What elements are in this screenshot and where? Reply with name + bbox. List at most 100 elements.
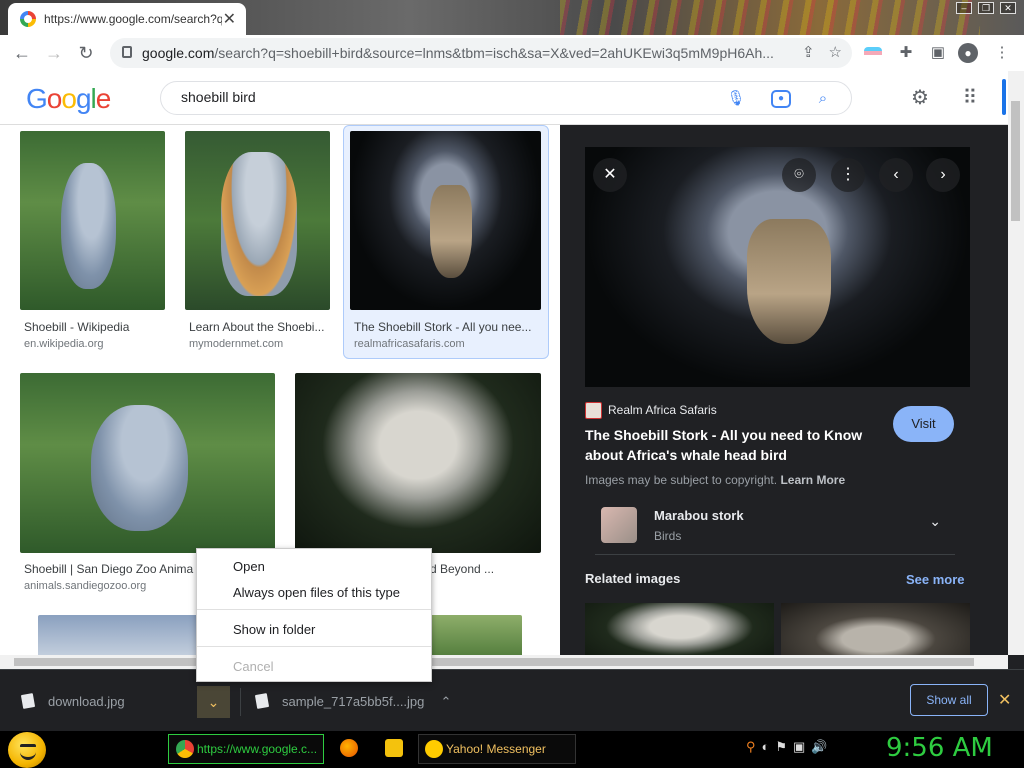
network-icon[interactable]: ▣ — [793, 739, 805, 755]
firefox-icon[interactable] — [340, 739, 358, 757]
kp-category: Birds — [654, 529, 682, 543]
flag-extension-icon[interactable] — [864, 47, 882, 59]
result-image[interactable] — [20, 131, 165, 310]
apps-grid-icon[interactable]: ⠿ — [957, 85, 983, 111]
smiley-mouth — [20, 752, 36, 760]
result-source: mymodernmet.com — [189, 338, 284, 350]
result-title[interactable]: The Shoebill Stork - All you nee... — [354, 320, 536, 334]
result-source: en.wikipedia.org — [24, 338, 104, 350]
shelf-divider — [240, 688, 241, 716]
logo-letter: G — [26, 83, 48, 114]
result-title[interactable]: Shoebill - Wikipedia — [24, 320, 164, 334]
marabou-thumbnail — [601, 507, 637, 543]
result-image[interactable] — [185, 131, 330, 310]
preview-site-name[interactable]: Realm Africa Safaris — [608, 403, 717, 417]
result-image[interactable] — [38, 615, 198, 655]
maximize-icon[interactable]: ❐ — [978, 2, 994, 14]
share-icon[interactable]: ⇪ — [802, 43, 815, 61]
result-title[interactable]: Learn About the Shoebi... — [189, 320, 329, 334]
result-image[interactable] — [20, 373, 275, 553]
vertical-scrollbar[interactable] — [1002, 71, 1024, 655]
google-favicon-icon — [20, 11, 36, 27]
download-item-name[interactable]: sample_717a5bb5f....jpg — [282, 694, 424, 709]
download-options-chevron-icon[interactable]: ⌃ — [434, 686, 458, 718]
url-path: /search?q=shoebill+bird&source=lnms&tbm=… — [214, 45, 774, 61]
menu-separator — [197, 609, 431, 610]
menu-item-always-open[interactable]: Always open files of this type — [233, 585, 400, 600]
result-title[interactable]: d Beyond ... — [430, 562, 540, 576]
menu-item-show-in-folder[interactable]: Show in folder — [233, 622, 315, 637]
tab-close-icon[interactable]: ✕ — [223, 9, 236, 29]
url-domain: google.com — [142, 45, 215, 61]
task-label: https://www.google.c... — [197, 742, 318, 756]
learn-more-link[interactable]: Learn More — [780, 473, 845, 487]
close-window-icon[interactable]: ✕ — [1000, 2, 1016, 14]
browser-tab[interactable]: https://www.google.com/search?q=shoebill… — [8, 3, 246, 35]
download-context-menu: Open Always open files of this type Show… — [196, 548, 432, 682]
preview-title[interactable]: The Shoebill Stork - All you need to Kno… — [585, 425, 885, 465]
smiley-eyes — [20, 744, 36, 748]
close-preview-icon[interactable]: ✕ — [593, 158, 627, 192]
forward-arrow-icon[interactable]: → — [42, 41, 66, 65]
lens-search-icon[interactable]: ⌾ — [782, 158, 816, 192]
preview-image[interactable] — [585, 147, 970, 387]
copyright-notice: Images may be subject to copyright. Lear… — [585, 473, 845, 487]
search-input[interactable] — [181, 89, 681, 105]
minimize-icon[interactable]: – — [956, 2, 972, 14]
bookmark-star-icon[interactable]: ☆ — [829, 43, 842, 61]
see-more-link[interactable]: See more — [906, 572, 965, 587]
result-source: realmafricasafaris.com — [354, 338, 465, 350]
folder-icon[interactable] — [385, 739, 403, 757]
next-image-icon[interactable]: › — [926, 158, 960, 192]
side-panel-icon[interactable]: ▣ — [928, 43, 948, 63]
microphone-icon[interactable]: 🎙 — [725, 88, 747, 110]
chevron-down-icon[interactable]: ⌄ — [929, 513, 941, 530]
lock-icon[interactable] — [122, 46, 132, 58]
yahoo-messenger-icon — [425, 740, 443, 758]
knowledge-panel-entry[interactable]: Marabou stork Birds ⌄ — [595, 499, 955, 555]
download-item-name[interactable]: download.jpg — [48, 694, 125, 709]
previous-image-icon[interactable]: ‹ — [879, 158, 913, 192]
menu-dots-icon[interactable]: ⋮ — [992, 43, 1012, 63]
related-image[interactable] — [585, 603, 774, 655]
taskbar-yahoo-messenger-task[interactable]: Yahoo! Messenger — [418, 734, 576, 764]
search-icon[interactable]: ⚲ — [746, 739, 756, 755]
lens-camera-icon[interactable]: ● — [771, 90, 791, 108]
more-options-icon[interactable]: ⋮ — [831, 158, 865, 192]
address-bar[interactable]: google.com/search?q=shoebill+bird&source… — [110, 38, 852, 68]
search-icon[interactable]: ⌕ — [812, 88, 834, 110]
result-image[interactable] — [350, 131, 541, 310]
address-url[interactable]: google.com/search?q=shoebill+bird&source… — [142, 45, 792, 61]
reload-icon[interactable]: ↻ — [74, 41, 98, 65]
volume-icon[interactable]: 🔊 — [811, 739, 827, 755]
file-icon — [20, 693, 36, 709]
profile-avatar-icon[interactable]: ● — [958, 43, 978, 63]
browser-toolbar: ← → ↻ google.com/search?q=shoebill+bird&… — [0, 35, 1024, 71]
google-logo[interactable]: Google — [26, 83, 111, 115]
taskbar-chrome-task[interactable]: https://www.google.c... — [168, 734, 324, 764]
show-all-button[interactable]: Show all — [910, 684, 988, 716]
menu-item-open[interactable]: Open — [233, 559, 265, 574]
back-arrow-icon[interactable]: ← — [10, 41, 34, 65]
file-icon — [254, 693, 270, 709]
extensions-puzzle-icon[interactable]: ✚ — [896, 43, 916, 63]
horizontal-scroll-thumb[interactable] — [14, 658, 974, 666]
download-options-chevron-icon[interactable]: ⌄ — [197, 686, 230, 718]
settings-gear-icon[interactable]: ⚙ — [907, 85, 933, 111]
result-image[interactable] — [295, 373, 541, 553]
result-image[interactable] — [420, 615, 522, 655]
task-label: Yahoo! Messenger — [446, 742, 546, 756]
related-image[interactable] — [781, 603, 970, 655]
flag-icon[interactable]: ⚑ — [775, 739, 787, 755]
kp-name: Marabou stork — [654, 508, 744, 523]
menu-separator — [197, 646, 431, 647]
status-icon[interactable]: ◐ — [762, 739, 770, 755]
menu-item-cancel[interactable]: Cancel — [233, 659, 273, 674]
vertical-scroll-thumb[interactable] — [1011, 101, 1020, 221]
start-button-smiley-icon[interactable] — [8, 732, 46, 768]
result-title[interactable]: Shoebill | San Diego Zoo Anima — [24, 562, 214, 576]
search-box[interactable]: 🎙 ● ⌕ — [160, 81, 852, 115]
visit-button[interactable]: Visit — [893, 406, 954, 442]
horizontal-scrollbar[interactable] — [0, 655, 1008, 669]
close-shelf-icon[interactable]: ✕ — [998, 690, 1011, 710]
